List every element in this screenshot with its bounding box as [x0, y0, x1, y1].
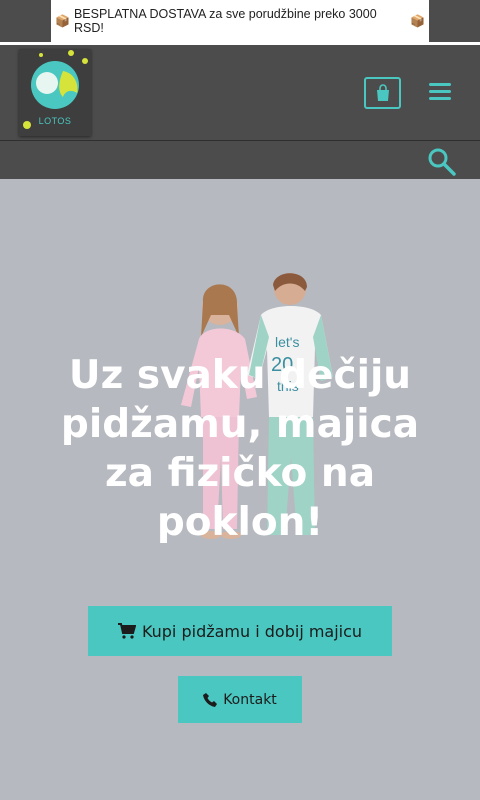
contact-button[interactable]: Kontakt — [178, 676, 302, 723]
site-logo[interactable]: LOTOS — [19, 49, 91, 136]
contact-label: Kontakt — [223, 691, 277, 708]
package-icon: 📦 — [55, 14, 70, 28]
hamburger-menu-icon[interactable] — [429, 83, 451, 103]
phone-icon — [203, 692, 218, 707]
hero-section: let's 20 this Uz svaku dečiju pidžamu, m… — [0, 179, 480, 800]
svg-text:let's: let's — [275, 334, 299, 350]
top-promo-bar: 📦 BESPLATNA DOSTAVA za sve porudžbine pr… — [0, 0, 480, 42]
promo-text: BESPLATNA DOSTAVA za sve porudžbine prek… — [73, 7, 377, 35]
search-button[interactable] — [426, 146, 458, 178]
free-shipping-banner: 📦 BESPLATNA DOSTAVA za sve porudžbine pr… — [51, 0, 429, 42]
site-header: LOTOS — [0, 45, 480, 140]
hero-headline: Uz svaku dečiju pidžamu, majica za fizič… — [60, 353, 420, 545]
cart-button[interactable] — [364, 77, 401, 109]
buy-pajamas-button[interactable]: Kupi pidžamu i dobij majicu — [88, 606, 392, 656]
logo-wordmark: LOTOS — [38, 116, 72, 126]
package-icon: 📦 — [410, 14, 425, 28]
search-icon — [428, 148, 456, 176]
shopping-cart-icon — [117, 623, 136, 639]
search-bar — [0, 141, 480, 179]
buy-pajamas-label: Kupi pidžamu i dobij majicu — [141, 621, 363, 641]
shopping-bag-icon — [376, 84, 389, 101]
